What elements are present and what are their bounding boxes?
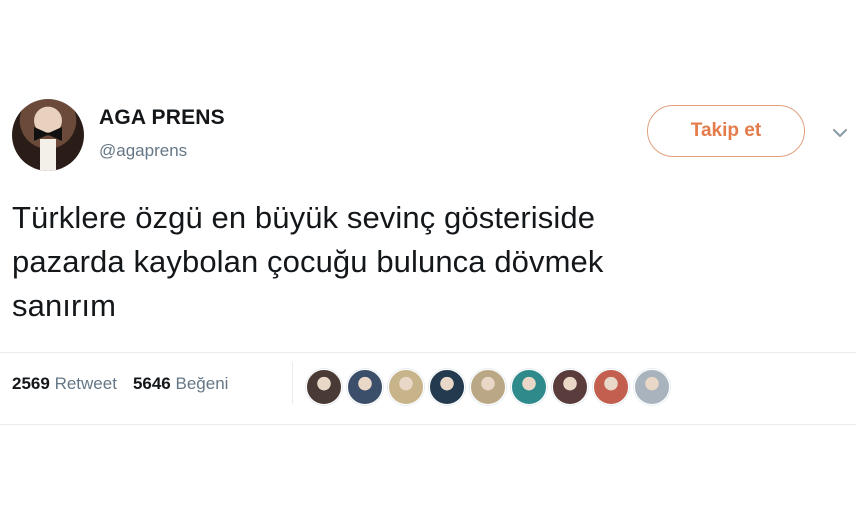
avatar[interactable] — [12, 99, 84, 171]
divider-bottom — [0, 424, 856, 425]
retweet-stat[interactable]: 2569 Retweet — [12, 374, 117, 394]
avatar-shirt — [40, 139, 56, 171]
liker-avatars — [306, 369, 675, 405]
liker-avatar[interactable] — [306, 369, 342, 405]
liker-avatar[interactable] — [347, 369, 383, 405]
tweet-card: AGA PRENS @agaprens Takip et Türklere öz… — [0, 0, 856, 511]
liker-avatar[interactable] — [511, 369, 547, 405]
user-name[interactable]: AGA PRENS — [99, 106, 225, 130]
liker-avatar[interactable] — [552, 369, 588, 405]
tweet-text: Türklere özgü en büyük sevinç gösterisid… — [12, 200, 604, 323]
stats-separator — [292, 362, 293, 404]
retweet-label: Retweet — [54, 374, 117, 393]
like-count: 5646 — [132, 374, 171, 393]
like-stat[interactable]: 5646 Beğeni — [133, 374, 229, 394]
chevron-down-icon[interactable] — [832, 128, 848, 138]
retweet-count: 2569 — [12, 374, 50, 393]
liker-avatar[interactable] — [388, 369, 424, 405]
liker-avatar[interactable] — [470, 369, 506, 405]
divider-top — [0, 352, 856, 353]
follow-button[interactable]: Takip et — [647, 105, 805, 157]
liker-avatar[interactable] — [593, 369, 629, 405]
tweet-stats: 2569 Retweet 5646 Beğeni — [12, 374, 244, 394]
user-handle[interactable]: @agaprens — [99, 141, 187, 161]
liker-avatar[interactable] — [634, 369, 670, 405]
like-label: Beğeni — [175, 374, 229, 393]
liker-avatar[interactable] — [429, 369, 465, 405]
